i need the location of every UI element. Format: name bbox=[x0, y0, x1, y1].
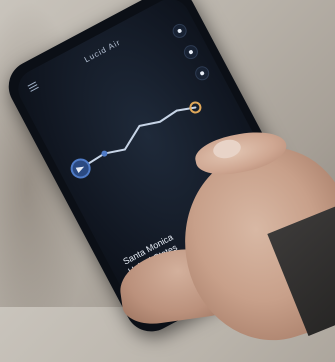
route-line bbox=[79, 106, 197, 170]
photo-scene: Lucid Air Santa Monica United States 382… bbox=[0, 0, 335, 362]
location-dot-icon[interactable] bbox=[181, 42, 201, 62]
settings-icon[interactable] bbox=[170, 21, 190, 41]
